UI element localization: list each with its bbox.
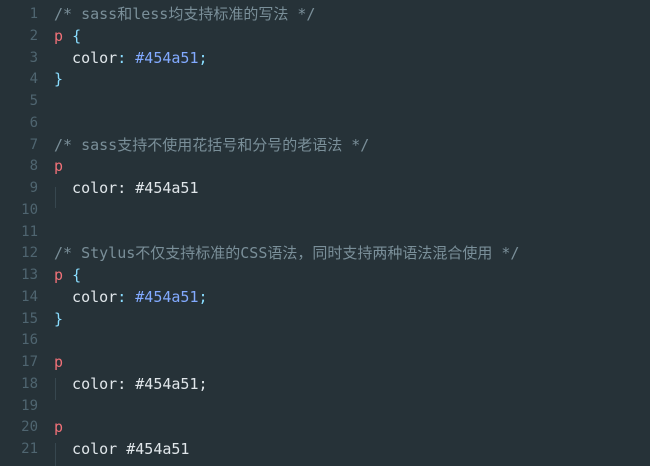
- line-number: 16: [21, 332, 38, 349]
- code-line[interactable]: 14 color: #454a51;: [0, 286, 650, 308]
- line-number: 17: [21, 354, 38, 370]
- code-token: /* Stylus不仅支持标准的CSS语法，同时支持两种语法混合使用 */: [54, 244, 520, 263]
- line-code: }: [54, 308, 63, 330]
- line-number: 20: [21, 419, 38, 436]
- code-line[interactable]: 12 /* Stylus不仅支持标准的CSS语法，同时支持两种语法混合使用 */: [0, 242, 650, 264]
- code-token: :: [117, 287, 136, 306]
- code-editor[interactable]: 1/* sass和less均支持标准的写法 */2 p {3 color: #45…: [0, 0, 650, 466]
- code-token: p: [54, 353, 64, 371]
- line-number: 7: [29, 136, 38, 153]
- line-code: p: [54, 155, 63, 177]
- line-number: 12: [21, 245, 38, 262]
- code-line[interactable]: 2p {: [0, 25, 650, 47]
- line-code: color: #454a51: [54, 177, 199, 199]
- line-number: 2: [29, 27, 38, 44]
- code-line[interactable]: 4}: [0, 68, 650, 90]
- code-line[interactable]: 6: [0, 112, 650, 134]
- code-token: {: [72, 26, 82, 45]
- line-code: p: [54, 416, 63, 438]
- code-token: p: [54, 266, 64, 284]
- line-code: }: [54, 68, 63, 90]
- line-number: 18: [21, 375, 38, 392]
- code-token: color: [54, 287, 118, 306]
- code-line[interactable]: 18 color: #454a51;: [0, 373, 650, 395]
- line-number: 19: [21, 397, 38, 414]
- code-line[interactable]: 3 color: #454a51;: [0, 47, 650, 69]
- code-line[interactable]: 8p: [0, 155, 650, 177]
- code-line[interactable]: 5: [0, 90, 650, 112]
- code-line[interactable]: 7 /* sass支持不使用花括号和分号的老语法 */: [0, 134, 650, 156]
- line-number: 13: [21, 267, 38, 283]
- line-code: p {: [54, 264, 81, 286]
- line-number: 8: [29, 158, 38, 175]
- line-code: color #454a51: [54, 438, 189, 460]
- code-token: #454a51: [135, 48, 199, 67]
- code-line[interactable]: 21 color #454a51: [0, 438, 650, 460]
- code-token: {: [72, 266, 82, 284]
- code-token: color: #454a51: [54, 179, 199, 197]
- line-number: 15: [21, 310, 38, 327]
- code-token: p: [54, 26, 64, 45]
- code-token: p: [54, 157, 64, 176]
- line-code: p {: [54, 25, 81, 47]
- code-token: }: [54, 309, 64, 328]
- code-token: ;: [198, 287, 208, 306]
- line-code: color: #454a51;: [54, 286, 208, 308]
- line-code: /* sass和less均支持标准的写法 */: [54, 3, 315, 25]
- code-line[interactable]: 16: [0, 329, 650, 351]
- line-number: 6: [29, 114, 38, 131]
- line-code: /* Stylus不仅支持标准的CSS语法，同时支持两种语法混合使用 */: [54, 242, 519, 264]
- code-line[interactable]: 15}: [0, 308, 650, 330]
- line-number: 1: [29, 6, 38, 22]
- line-code: color: #454a51;: [54, 373, 208, 395]
- code-line[interactable]: 10: [0, 199, 650, 221]
- code-token: /* sass支持不使用花括号和分号的老语法 */: [54, 135, 370, 154]
- code-token: color: [54, 48, 118, 67]
- line-number: 9: [29, 180, 38, 196]
- line-number: 10: [21, 201, 38, 218]
- code-token: color #454a51: [54, 440, 190, 458]
- code-line[interactable]: 19: [0, 395, 650, 417]
- code-line[interactable]: 9 color: #454a51: [0, 177, 650, 199]
- code-line[interactable]: 17 p: [0, 351, 650, 373]
- line-code: /* sass支持不使用花括号和分号的老语法 */: [54, 134, 369, 156]
- line-number: 14: [21, 288, 38, 305]
- line-number: 21: [21, 441, 38, 457]
- code-token: /* sass和less均支持标准的写法 */: [54, 5, 316, 23]
- line-code: color: #454a51;: [54, 47, 208, 69]
- code-token: }: [54, 70, 64, 89]
- line-number: 11: [21, 223, 38, 240]
- code-line[interactable]: 11: [0, 221, 650, 243]
- code-line[interactable]: 13 p {: [0, 264, 650, 286]
- code-token: p: [54, 418, 64, 437]
- line-number: 4: [29, 71, 38, 88]
- code-token: color: #454a51;: [54, 374, 208, 393]
- code-line[interactable]: 1 /* sass和less均支持标准的写法 */: [0, 3, 650, 25]
- code-token: :: [117, 48, 136, 67]
- line-number: 3: [29, 49, 38, 66]
- code-line[interactable]: 20 p: [0, 416, 650, 438]
- line-number: 5: [29, 93, 38, 109]
- code-token: ;: [198, 48, 208, 67]
- line-code: p: [54, 351, 63, 373]
- code-token: #454a51: [135, 287, 199, 306]
